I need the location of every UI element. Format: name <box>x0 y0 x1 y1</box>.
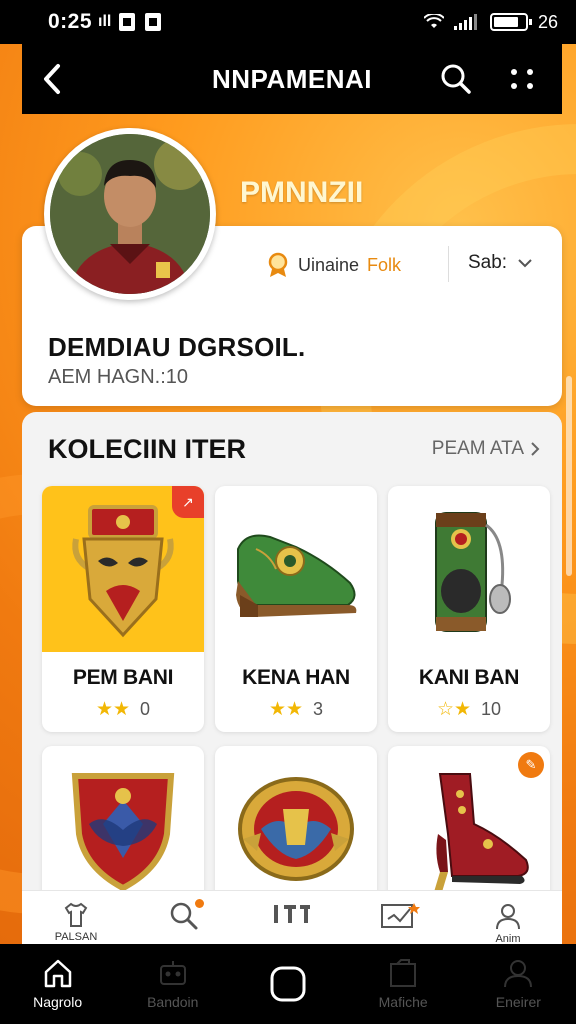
rating-count: 3 <box>313 699 324 719</box>
chart-icon <box>381 903 420 928</box>
mask-trophy-icon <box>72 505 174 638</box>
rating-stars: ★★ <box>95 699 131 720</box>
nav-label: Bandoin <box>147 994 199 1010</box>
robot-icon <box>159 961 186 985</box>
see-all-link[interactable]: PEAM ATA <box>432 438 540 460</box>
person-icon <box>504 960 533 988</box>
sec-nav-item-shirt[interactable]: PALSAN <box>36 901 116 943</box>
more-options-button[interactable] <box>498 55 546 103</box>
sec-nav-label: PALSAN <box>54 931 98 943</box>
back-arrow-icon <box>44 64 60 94</box>
wifi-icon <box>423 14 444 28</box>
shield-crest-icon <box>71 773 175 892</box>
profile-title: DEMDIAU DGRSOIL. <box>48 332 306 362</box>
grid-dots-icon <box>511 69 533 89</box>
item-image: ✎ <box>388 746 550 912</box>
nav-label: Mafiche <box>378 994 428 1010</box>
item-image <box>215 746 377 912</box>
shirt-icon <box>64 902 88 927</box>
back-button[interactable] <box>22 44 82 114</box>
sort-label: Sab: <box>468 252 508 273</box>
medal-icon <box>268 252 288 277</box>
battery-icon <box>489 13 532 31</box>
nav-item-home-button[interactable] <box>233 965 343 1003</box>
notification-dot <box>195 899 204 908</box>
nav-item-robot[interactable]: Bandoin <box>118 958 228 1010</box>
nav-label: Nagrolo <box>33 994 83 1010</box>
status-time: 0:25 <box>48 10 93 33</box>
collection-panel: KOLECIIN ITER PEAM ATA ↗ PEM BANI ★★ 0 K… <box>22 412 562 992</box>
battery-level: 26 <box>537 11 558 32</box>
columns-icon <box>274 905 310 923</box>
rating-stars: ☆★ <box>436 699 472 720</box>
favorite-filter-chip[interactable]: Uinaine Folk <box>254 246 413 284</box>
nav-item-person[interactable]: Eneirer <box>463 958 573 1010</box>
status-bar: 0:25 ıll 26 <box>0 0 576 44</box>
nav-item-bag[interactable]: Mafiche <box>348 958 458 1010</box>
avatar-photo <box>50 134 210 294</box>
chevron-right-icon <box>531 442 540 456</box>
app-bar: NNPAMENAI <box>22 44 562 114</box>
home-button-icon <box>270 966 306 1002</box>
profile-icon <box>496 904 520 930</box>
bottom-nav: Nagrolo Bandoin Mafiche Eneirer <box>0 944 576 1024</box>
sec-nav-item-columns[interactable] <box>252 901 332 941</box>
profile-display-name: PMNNZII <box>240 176 364 209</box>
collection-item[interactable]: KANI BAN ☆★ 10 <box>388 486 550 732</box>
gold-badge-icon <box>238 777 354 881</box>
collection-item[interactable]: KENA HAN ★★ 3 <box>215 486 377 732</box>
sort-dropdown[interactable]: Sab: <box>458 246 543 280</box>
item-name: KANI BAN <box>418 666 520 689</box>
profile-subtitle: AEM HAGN.:10 <box>48 366 189 388</box>
item-image: ↗ <box>42 486 204 652</box>
item-rating: ★★ 0 <box>42 698 204 721</box>
nav-label: Eneirer <box>495 994 541 1010</box>
item-image <box>42 746 204 912</box>
item-badge: ↗ <box>172 486 204 518</box>
favorite-accent-label: Folk <box>367 254 402 275</box>
item-badge: ✎ <box>518 752 544 778</box>
scrollbar-thumb[interactable] <box>566 376 572 576</box>
green-bottle-icon <box>435 512 511 632</box>
chevron-down-icon <box>518 259 532 268</box>
rating-count: 10 <box>481 699 502 719</box>
search-icon <box>441 64 471 94</box>
collection-title: KOLECIIN ITER <box>48 434 247 464</box>
item-rating: ☆★ 10 <box>388 698 550 721</box>
collection-item[interactable]: ↗ PEM BANI ★★ 0 <box>42 486 204 732</box>
item-image <box>388 486 550 652</box>
bag-icon <box>390 959 417 987</box>
search-button[interactable] <box>432 55 480 103</box>
home-icon <box>44 959 71 988</box>
item-name: PEM BANI <box>72 666 174 689</box>
sec-nav-item-search[interactable] <box>144 899 224 945</box>
divider <box>448 246 449 282</box>
avatar[interactable] <box>44 128 216 300</box>
sec-nav-item-chart[interactable] <box>360 901 440 945</box>
cell-signal-icon <box>453 14 477 30</box>
gallery-notification-icon <box>145 13 162 31</box>
rating-stars: ★★ <box>268 699 304 720</box>
item-name: KENA HAN <box>242 666 350 689</box>
see-all-label: PEAM ATA <box>431 438 524 459</box>
rating-count: 0 <box>140 699 151 719</box>
signal-text: ıll <box>98 13 112 30</box>
favorite-label: Uinaine <box>298 254 360 275</box>
secondary-nav: PALSAN Anim <box>22 890 562 946</box>
sec-nav-item-profile[interactable]: Anim <box>468 901 548 945</box>
nav-item-home[interactable]: Nagrolo <box>3 958 113 1010</box>
item-image <box>215 486 377 652</box>
red-boot-icon <box>434 773 529 892</box>
green-shoe-icon <box>236 534 357 617</box>
notification-icon <box>119 13 136 31</box>
item-rating: ★★ 3 <box>215 698 377 721</box>
